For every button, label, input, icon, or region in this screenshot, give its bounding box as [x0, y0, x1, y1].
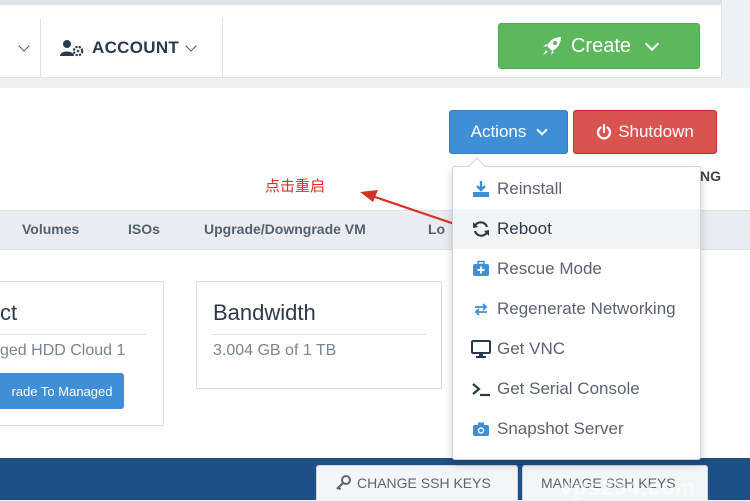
- product-plan-text: ged HDD Cloud 1: [0, 342, 126, 359]
- bandwidth-card: [196, 281, 442, 389]
- card-divider: [0, 334, 146, 335]
- bandwidth-title: Bandwidth: [213, 300, 316, 325]
- download-icon: [471, 179, 491, 199]
- medkit-icon: [471, 259, 491, 279]
- menu-item-regenerate-networking[interactable]: Regenerate Networking: [453, 289, 700, 329]
- menu-item-label: Get Serial Console: [497, 379, 640, 398]
- menu-item-reboot[interactable]: Reboot: [453, 209, 700, 249]
- card-divider: [212, 334, 426, 335]
- monitor-icon: [471, 339, 491, 359]
- refresh-icon: [471, 219, 491, 239]
- menu-item-label: Snapshot Server: [497, 419, 624, 438]
- menu-item-label: Reinstall: [497, 179, 563, 198]
- key-icon: [335, 475, 351, 491]
- menu-item-reinstall[interactable]: Reinstall: [453, 169, 700, 209]
- product-card-title: ct: [0, 300, 18, 325]
- menu-item-get-serial-console[interactable]: Get Serial Console: [453, 369, 700, 409]
- menu-item-label: Get VNC: [497, 339, 566, 358]
- actions-dropdown-menu: Reinstall Reboot Rescue Mode Regenerate …: [452, 157, 701, 460]
- menu-item-label: Regenerate Networking: [497, 299, 676, 318]
- change-ssh-keys-button[interactable]: CHANGE SSH KEYS: [316, 465, 518, 500]
- terminal-icon: [471, 379, 491, 399]
- change-ssh-keys-label: CHANGE SSH KEYS: [357, 475, 491, 491]
- camera-icon: [471, 419, 491, 439]
- bandwidth-usage: 3.004 GB of 1 TB: [213, 342, 337, 359]
- upgrade-to-managed-button[interactable]: rade To Managed: [0, 373, 124, 409]
- menu-item-label: Rescue Mode: [497, 259, 602, 278]
- menu-item-get-vnc[interactable]: Get VNC: [453, 329, 700, 369]
- watermark: vps234.com: [560, 475, 696, 500]
- menu-item-snapshot-server[interactable]: Snapshot Server: [453, 409, 700, 449]
- exchange-icon: [471, 299, 491, 319]
- menu-item-rescue-mode[interactable]: Rescue Mode: [453, 249, 700, 289]
- menu-item-label: Reboot: [497, 219, 552, 238]
